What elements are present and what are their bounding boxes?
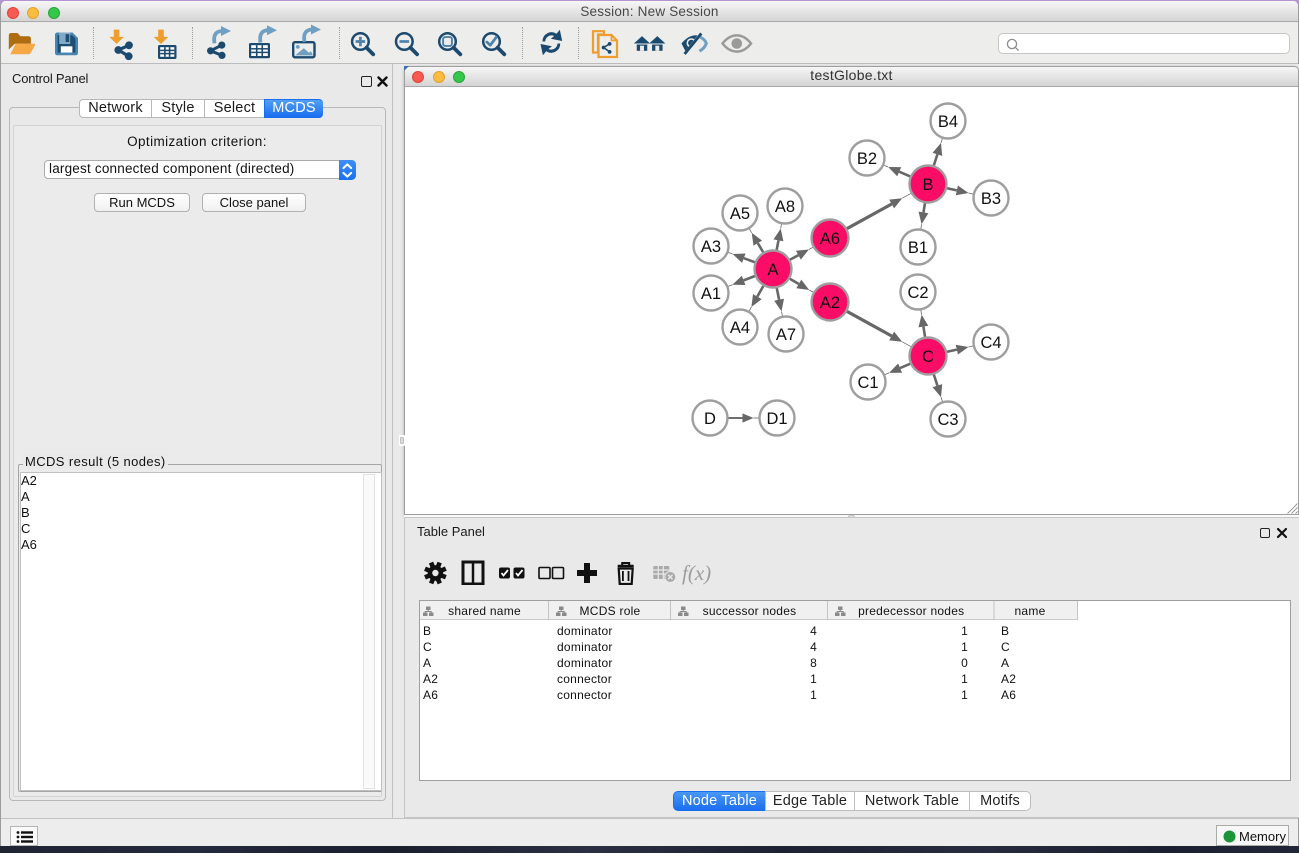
svg-text:C: C	[922, 348, 934, 366]
svg-text:A1: A1	[701, 285, 721, 303]
svg-text:A8: A8	[775, 198, 795, 216]
svg-text:B: B	[922, 176, 933, 194]
svg-text:B4: B4	[938, 113, 958, 131]
svg-text:A3: A3	[701, 238, 721, 256]
svg-text:A2: A2	[820, 294, 840, 312]
svg-text:C3: C3	[937, 411, 958, 429]
svg-text:A6: A6	[820, 230, 840, 248]
svg-text:B3: B3	[981, 190, 1001, 208]
svg-text:C1: C1	[857, 374, 878, 392]
svg-text:C4: C4	[980, 334, 1001, 352]
svg-text:A7: A7	[776, 326, 796, 344]
svg-text:B2: B2	[857, 150, 877, 168]
svg-text:f(x): f(x)	[682, 561, 711, 585]
svg-text:D: D	[704, 410, 716, 428]
svg-text:A5: A5	[730, 205, 750, 223]
svg-text:B1: B1	[908, 239, 928, 257]
svg-text:A4: A4	[730, 319, 750, 337]
svg-text:D1: D1	[766, 410, 787, 428]
svg-text:A: A	[767, 261, 778, 279]
svg-text:C2: C2	[907, 284, 928, 302]
